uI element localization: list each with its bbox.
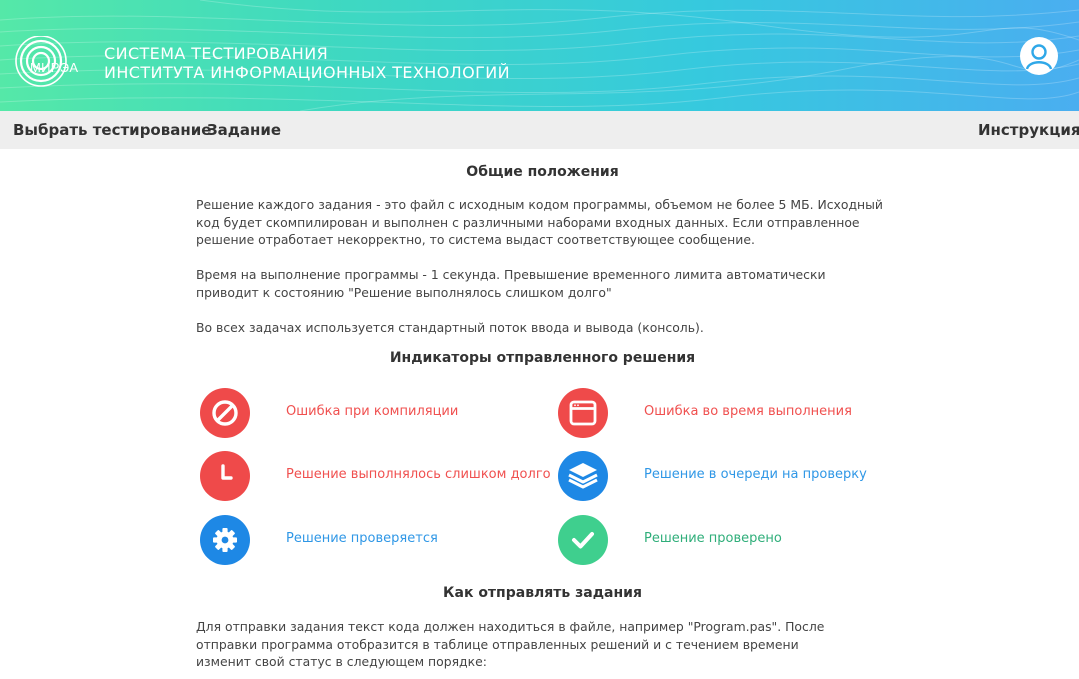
indicator-label: Ошибка при компиляции bbox=[286, 404, 459, 419]
site-title-line1: СИСТЕМА ТЕСТИРОВАНИЯ bbox=[104, 44, 329, 63]
section-heading-howto: Как отправлять задания bbox=[443, 585, 642, 601]
gear-icon bbox=[213, 528, 237, 552]
header-banner: МИРЭА СИСТЕМА ТЕСТИРОВАНИЯ ИНСТИТУТА ИНФ… bbox=[0, 0, 1079, 111]
indicator-label: Ошибка во время выполнения bbox=[644, 404, 852, 419]
general-paragraph-3: Во всех задачах используется стандартный… bbox=[196, 320, 704, 335]
check-icon bbox=[572, 532, 594, 549]
indicator-label: Решение в очереди на проверку bbox=[644, 467, 867, 482]
indicator-label: Решение выполнялось слишком долго bbox=[286, 467, 551, 482]
nav-select-test[interactable]: Выбрать тестирование bbox=[13, 121, 211, 139]
indicator-circle bbox=[200, 515, 250, 565]
clock-icon bbox=[221, 464, 233, 480]
nav-instruction[interactable]: Инструкция bbox=[978, 121, 1079, 139]
general-paragraph-1: Решение каждого задания - это файл с исх… bbox=[196, 197, 883, 247]
indicator-label: Решение проверено bbox=[644, 531, 782, 546]
window-icon bbox=[569, 400, 597, 426]
general-paragraph-2: Время на выполнение программы - 1 секунд… bbox=[196, 267, 826, 300]
user-icon bbox=[1025, 44, 1053, 70]
indicator-circle bbox=[200, 451, 250, 501]
site-title-line2: ИНСТИТУТА ИНФОРМАЦИОННЫХ ТЕХНОЛОГИЙ bbox=[104, 63, 511, 82]
user-avatar-button[interactable] bbox=[1020, 37, 1058, 75]
indicator-circle bbox=[558, 515, 608, 565]
logo-text: МИРЭА bbox=[30, 60, 79, 75]
indicator-circle bbox=[558, 388, 608, 438]
site-title: СИСТЕМА ТЕСТИРОВАНИЯ ИНСТИТУТА ИНФОРМАЦИ… bbox=[104, 44, 510, 82]
forbidden-icon bbox=[212, 400, 238, 426]
section-heading-general: Общие положения bbox=[466, 164, 619, 180]
layers-icon bbox=[568, 463, 598, 489]
top-nav: Выбрать тестирование Задание Инструкция bbox=[0, 111, 1079, 149]
indicator-circle bbox=[200, 388, 250, 438]
howto-paragraph-1: Для отправки задания текст кода должен н… bbox=[196, 619, 825, 669]
section-heading-indicators: Индикаторы отправленного решения bbox=[389, 350, 696, 366]
nav-task[interactable]: Задание bbox=[207, 121, 281, 139]
indicator-label: Решение проверяется bbox=[286, 531, 438, 546]
indicator-circle bbox=[558, 451, 608, 501]
